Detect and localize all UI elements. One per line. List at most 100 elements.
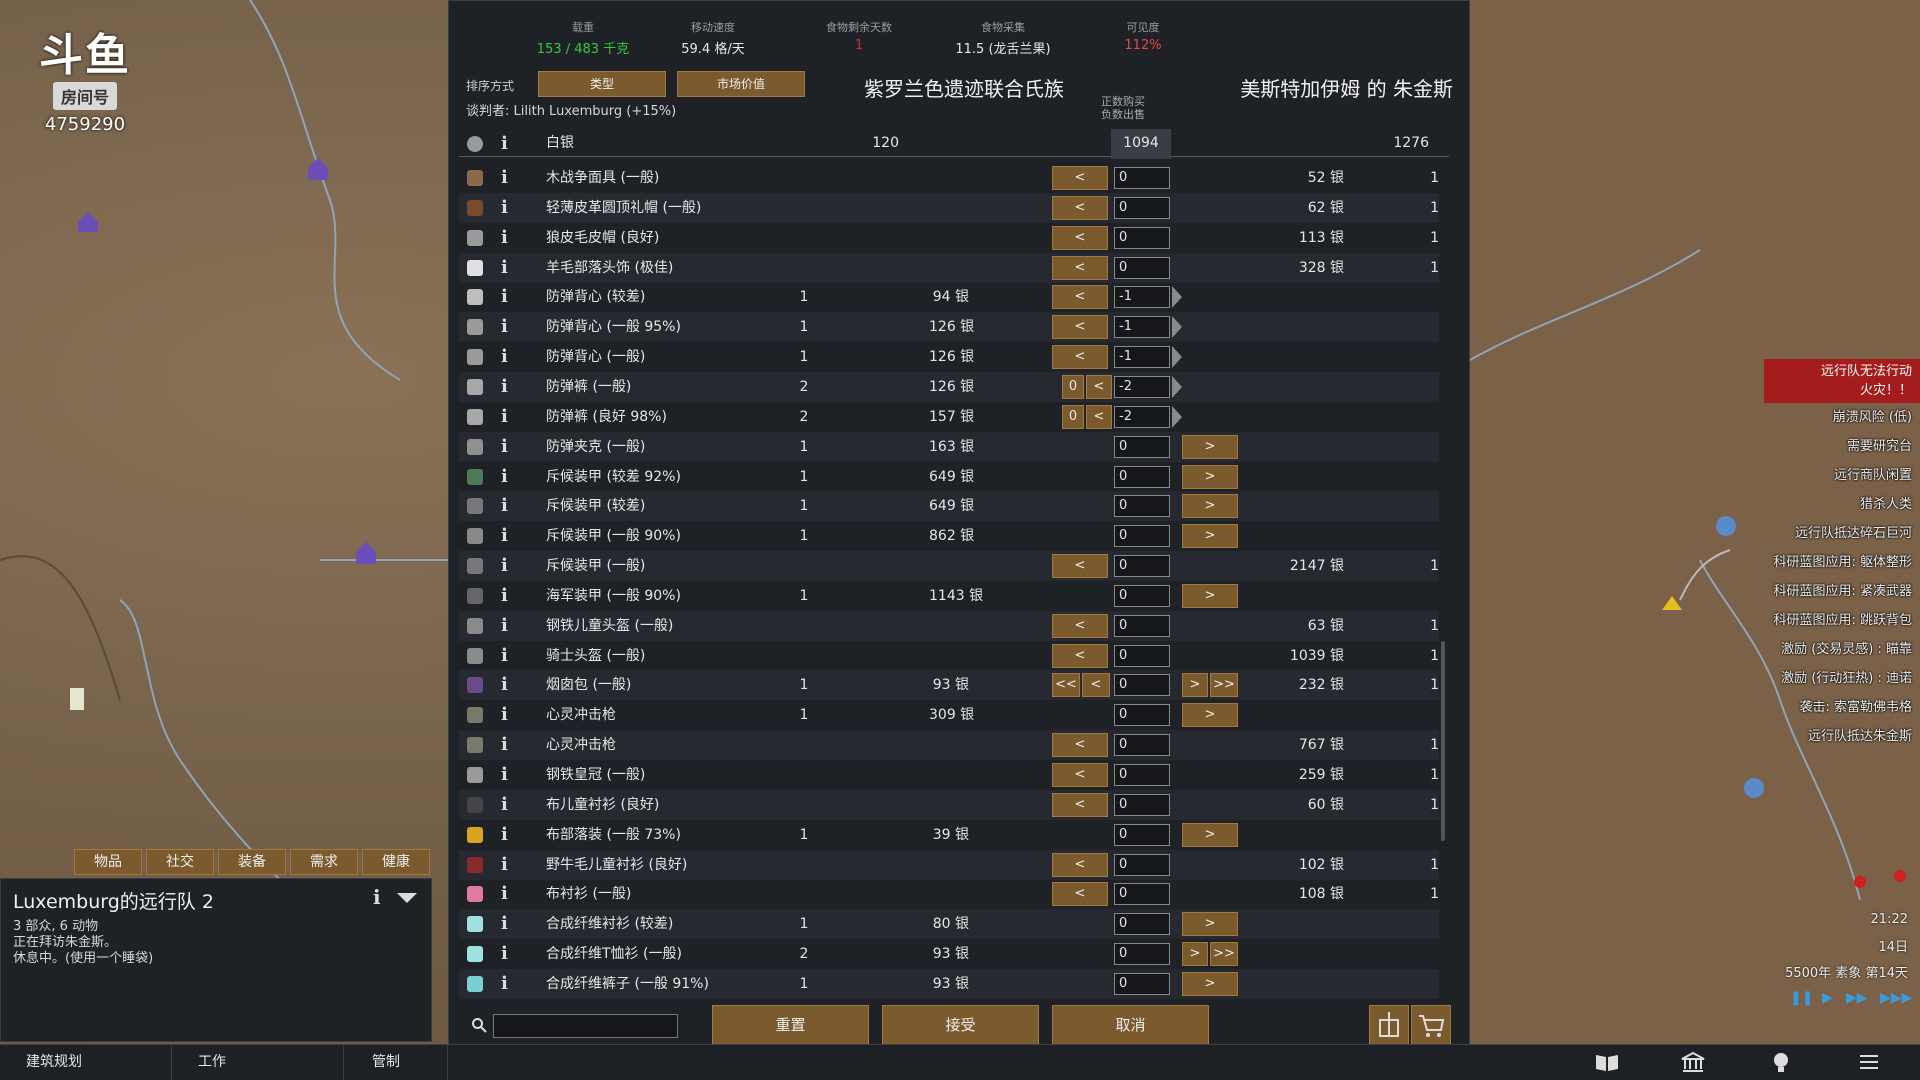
sort-by-type-button[interactable]: 类型 [538, 71, 666, 97]
accept-button[interactable]: 接受 [882, 1005, 1039, 1045]
quantity-field[interactable]: -2 [1114, 406, 1170, 428]
decrease-button[interactable]: < [1052, 166, 1108, 190]
alert-item[interactable]: 科研蓝图应用: 紧凑武器 [1773, 580, 1912, 599]
quantity-field[interactable]: 0 [1114, 645, 1170, 667]
chevron-down-icon[interactable] [397, 893, 417, 903]
info-icon[interactable]: i [501, 526, 508, 546]
book-icon[interactable] [1594, 1051, 1620, 1073]
quantity-field[interactable]: 0 [1114, 943, 1170, 965]
decrease-button[interactable]: < [1052, 226, 1108, 250]
quantity-field[interactable]: 0 [1114, 973, 1170, 995]
info-icon[interactable]: i [501, 974, 508, 994]
factions-icon[interactable] [1680, 1051, 1706, 1073]
decrease-button[interactable]: < [1052, 733, 1108, 757]
cancel-button[interactable]: 取消 [1052, 1005, 1209, 1045]
decrease-button[interactable]: < [1052, 285, 1108, 309]
decrease-button[interactable]: < [1082, 673, 1110, 697]
increase-all-button[interactable]: >> [1210, 673, 1238, 697]
info-icon[interactable]: i [501, 825, 508, 845]
info-icon[interactable]: i [501, 228, 508, 248]
increase-button[interactable]: > [1182, 494, 1238, 518]
quantity-field[interactable]: -1 [1114, 316, 1170, 338]
quantity-field[interactable]: 0 [1114, 436, 1170, 458]
quantity-field[interactable]: -1 [1114, 346, 1170, 368]
quantity-field[interactable]: -2 [1114, 376, 1170, 398]
info-icon[interactable]: i [501, 944, 508, 964]
info-icon[interactable]: i [501, 407, 508, 427]
alert-item[interactable]: 科研蓝图应用: 躯体整形 [1773, 551, 1912, 570]
quantity-field[interactable]: 0 [1114, 466, 1170, 488]
increase-button[interactable]: > [1182, 972, 1238, 996]
quantity-field[interactable]: 0 [1114, 227, 1170, 249]
ultra-fast-icon[interactable]: ▶▶▶ [1880, 990, 1912, 1006]
tab-gear[interactable]: 装备 [218, 849, 286, 875]
increase-button[interactable]: > [1182, 673, 1208, 697]
increase-button[interactable]: > [1182, 524, 1238, 548]
alert-item[interactable]: 崩溃风险 (低) [1833, 406, 1912, 425]
quantity-field[interactable]: -1 [1114, 286, 1170, 308]
quantity-field[interactable]: 0 [1114, 764, 1170, 786]
info-icon[interactable]: i [501, 287, 508, 307]
gift-mode-button[interactable] [1369, 1005, 1409, 1045]
info-icon[interactable]: i [501, 914, 508, 934]
increase-button[interactable]: > [1182, 823, 1238, 847]
alert-item[interactable]: 袭击: 索富勒佛韦格 [1799, 696, 1912, 715]
info-icon[interactable]: i [501, 705, 508, 725]
pause-icon[interactable]: ❚❚ [1790, 990, 1813, 1006]
alert-item[interactable]: 需要研究台 [1847, 435, 1912, 454]
quantity-field[interactable]: 0 [1114, 854, 1170, 876]
alert-item[interactable]: 远行商队闲置 [1834, 464, 1912, 483]
tab-items[interactable]: 物品 [74, 849, 142, 875]
quantity-field[interactable]: 0 [1114, 585, 1170, 607]
info-icon[interactable]: i [373, 885, 381, 909]
increase-all-button[interactable]: >> [1210, 942, 1238, 966]
increase-button[interactable]: > [1182, 584, 1238, 608]
decrease-button[interactable]: < [1052, 196, 1108, 220]
info-icon[interactable]: i [501, 586, 508, 606]
info-icon[interactable]: i [501, 884, 508, 904]
info-icon[interactable]: i [501, 556, 508, 576]
quantity-field[interactable]: 0 [1114, 495, 1170, 517]
alert-item[interactable]: 激励 (行动狂热) : 迪诺 [1781, 667, 1912, 686]
work-button[interactable]: 工作 [172, 1045, 344, 1080]
play-icon[interactable]: ▶ [1822, 990, 1833, 1006]
fast-forward-icon[interactable]: ▶▶ [1846, 990, 1868, 1006]
info-icon[interactable]: i [501, 795, 508, 815]
info-icon[interactable]: i [501, 646, 508, 666]
quantity-field[interactable]: 0 [1114, 615, 1170, 637]
info-icon[interactable]: i [501, 317, 508, 337]
quantity-field[interactable]: 0 [1114, 197, 1170, 219]
menu-icon[interactable] [1856, 1051, 1882, 1073]
alert-caravan-stuck[interactable]: 远行队无法行动 火灾！！ [1764, 359, 1920, 403]
quantity-field[interactable]: 0 [1114, 913, 1170, 935]
info-icon[interactable]: i [501, 496, 508, 516]
quantity-field[interactable]: 0 [1114, 525, 1170, 547]
trade-mode-button[interactable] [1411, 1005, 1451, 1045]
tab-social[interactable]: 社交 [146, 849, 214, 875]
increase-button[interactable]: > [1182, 942, 1208, 966]
info-icon[interactable]: i [501, 437, 508, 457]
alert-item[interactable]: 激励 (交易灵感) : 瞄靠 [1781, 638, 1912, 657]
info-icon[interactable]: i [501, 347, 508, 367]
decrease-button[interactable]: < [1052, 763, 1108, 787]
info-icon[interactable]: i [501, 675, 508, 695]
tab-needs[interactable]: 需求 [290, 849, 358, 875]
info-icon[interactable]: i [501, 855, 508, 875]
alert-item[interactable]: 科研蓝图应用: 跳跃背包 [1773, 609, 1912, 628]
architect-button[interactable]: 建筑规划 [0, 1045, 172, 1080]
decrease-button[interactable]: < [1052, 315, 1108, 339]
decrease-button[interactable]: < [1052, 853, 1108, 877]
increase-button[interactable]: > [1182, 703, 1238, 727]
info-icon[interactable]: i [501, 735, 508, 755]
count-button[interactable]: 0 [1062, 375, 1084, 399]
info-icon[interactable]: i [501, 134, 508, 154]
decrease-button[interactable]: < [1086, 405, 1112, 429]
quantity-field[interactable]: 0 [1114, 167, 1170, 189]
info-icon[interactable]: i [501, 377, 508, 397]
decrease-button[interactable]: < [1086, 375, 1112, 399]
quantity-field[interactable]: 0 [1114, 883, 1170, 905]
alert-item[interactable]: 远行队抵达朱金斯 [1808, 725, 1912, 744]
info-icon[interactable]: i [501, 616, 508, 636]
quantity-field[interactable]: 0 [1114, 674, 1170, 696]
decrease-button[interactable]: < [1052, 793, 1108, 817]
